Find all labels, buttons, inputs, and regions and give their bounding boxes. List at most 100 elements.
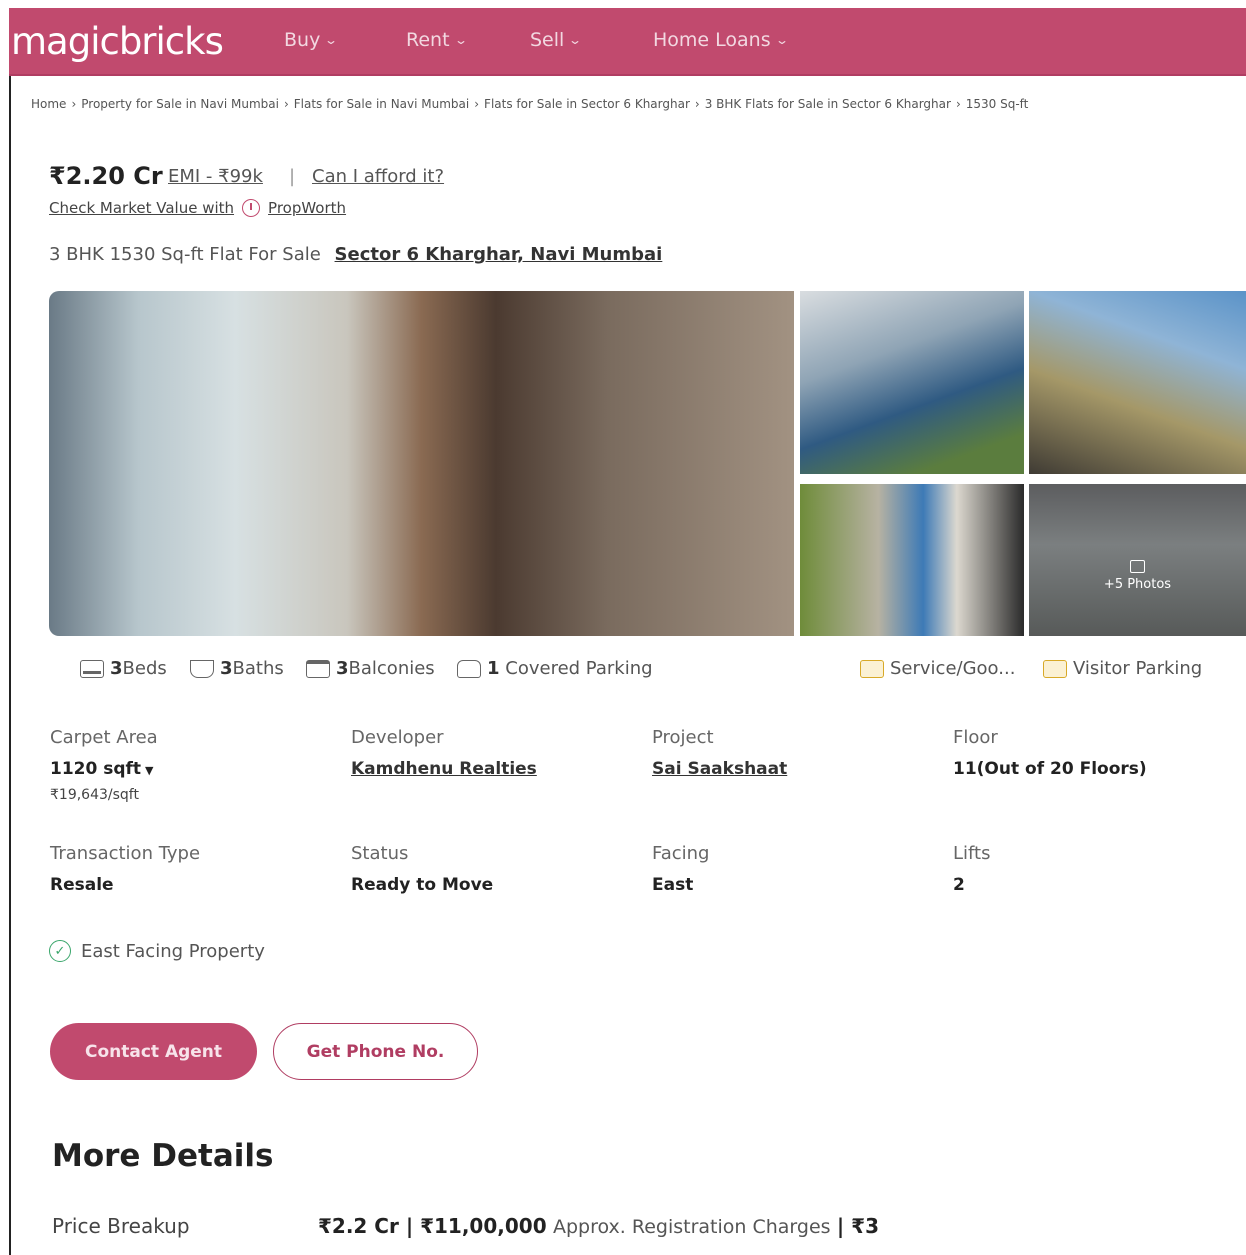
more-photos-thumbnail[interactable]: +5 Photos	[1029, 484, 1246, 636]
parking-amenity: 1 Covered Parking	[457, 658, 653, 679]
breadcrumb-current: 1530 Sq-ft	[965, 97, 1029, 111]
visitor-parking-icon	[1043, 659, 1067, 678]
chevron-down-icon: ⌄	[324, 33, 339, 47]
floor-value: 11(Out of 20 Floors)	[953, 759, 1147, 779]
developer-label: Developer	[351, 727, 444, 748]
site-header: magicbricks Buy ⌄ Rent ⌄ Sell ⌄ Home Loa…	[9, 8, 1246, 76]
chevron-down-icon: ⌄	[453, 33, 468, 47]
price-breakup-main: ₹2.2 Cr | ₹11,00,000	[318, 1214, 547, 1238]
highlight-east-facing: ✓ East Facing Property	[49, 940, 265, 962]
car-icon	[457, 659, 481, 678]
carpet-area-value[interactable]: 1120 sqft ▼	[50, 759, 154, 779]
caret-down-icon: ▼	[145, 764, 154, 777]
nav-buy-label: Buy	[284, 29, 321, 51]
price: ₹2.20 Cr	[49, 162, 163, 190]
nav-sell-label: Sell	[530, 29, 565, 51]
price-breakup-note: Approx. Registration Charges	[552, 1216, 831, 1238]
project-link[interactable]: Sai Saakshaat	[652, 759, 787, 779]
nav-sell[interactable]: Sell ⌄	[530, 29, 583, 51]
beds-label: Beds	[122, 658, 167, 679]
status-value: Ready to Move	[351, 875, 494, 895]
breadcrumb-item[interactable]: 3 BHK Flats for Sale in Sector 6 Khargha…	[705, 97, 951, 111]
project-label: Project	[652, 727, 714, 748]
service-lift-icon	[860, 659, 884, 678]
divider: |	[289, 166, 296, 187]
carpet-area-label: Carpet Area	[50, 727, 158, 748]
transaction-type-value: Resale	[50, 875, 114, 895]
more-photos-overlay: +5 Photos	[1029, 560, 1246, 592]
breadcrumb: Home › Property for Sale in Navi Mumbai › Fl…	[31, 97, 1028, 111]
beds-count: 3	[110, 658, 123, 679]
nav-rent[interactable]: Rent ⌄	[406, 29, 468, 51]
breadcrumb-item[interactable]: Home	[31, 97, 66, 111]
chevron-down-icon: ⌄	[568, 33, 583, 47]
facing-value: East	[652, 875, 694, 895]
baths-count: 3	[220, 658, 233, 679]
breadcrumb-separator: ›	[694, 97, 700, 111]
visitor-parking-amenity: Visitor Parking	[1043, 658, 1202, 679]
bath-icon	[190, 659, 214, 678]
photo-gallery: +5 Photos	[49, 291, 1246, 636]
emi-link[interactable]: EMI - ₹99k	[168, 166, 263, 187]
breadcrumb-separator: ›	[71, 97, 77, 111]
beds-amenity: 3Beds	[80, 658, 167, 679]
price-breakup-label: Price Breakup	[52, 1214, 190, 1238]
site-logo[interactable]: magicbricks	[11, 20, 224, 63]
floor-label: Floor	[953, 727, 998, 748]
more-photos-label: +5 Photos	[1103, 577, 1172, 592]
lifts-value: 2	[953, 875, 965, 895]
baths-amenity: 3Baths	[190, 658, 284, 679]
price-breakup-value: ₹2.2 Cr | ₹11,00,000 Approx. Registratio…	[318, 1214, 879, 1238]
nav-rent-label: Rent	[406, 29, 450, 51]
carpet-area-text: 1120 sqft	[50, 759, 142, 779]
balconies-count: 3	[336, 658, 349, 679]
nav-buy[interactable]: Buy ⌄	[284, 29, 339, 51]
bed-icon	[80, 659, 104, 678]
market-value-label: Check Market Value with	[49, 199, 235, 217]
thumbnail-photo[interactable]	[800, 291, 1024, 474]
listing-title: 3 BHK 1530 Sq-ft Flat For Sale Sector 6 …	[49, 244, 662, 265]
price-breakup-tail: | ₹3	[836, 1214, 880, 1238]
balconies-label: Balconies	[348, 658, 435, 679]
thumbnail-photo[interactable]	[800, 484, 1024, 636]
market-value-link[interactable]: Check Market Value with PropWorth	[49, 199, 346, 217]
developer-link[interactable]: Kamdhenu Realties	[351, 759, 537, 779]
listing-title-text: 3 BHK 1530 Sq-ft Flat For Sale	[49, 244, 321, 265]
balconies-amenity: 3Balconies	[306, 658, 435, 679]
carpet-area-rate: ₹19,643/sqft	[50, 787, 139, 803]
listing-location-link[interactable]: Sector 6 Kharghar, Navi Mumbai	[335, 244, 663, 265]
highlight-text: East Facing Property	[81, 940, 265, 962]
breadcrumb-separator: ›	[955, 97, 961, 111]
nav-home-loans[interactable]: Home Loans ⌄	[653, 29, 789, 51]
more-details-heading: More Details	[52, 1138, 274, 1174]
get-phone-button[interactable]: Get Phone No.	[273, 1023, 478, 1080]
breadcrumb-item[interactable]: Flats for Sale in Sector 6 Kharghar	[484, 97, 690, 111]
status-label: Status	[351, 843, 409, 864]
main-photo[interactable]	[49, 291, 794, 636]
service-amenity: Service/Goo...	[860, 658, 1015, 679]
propworth-label: PropWorth	[268, 199, 347, 217]
service-label: Service/Goo...	[890, 658, 1016, 679]
check-circle-icon: ✓	[49, 940, 71, 962]
afford-link[interactable]: Can I afford it?	[312, 166, 444, 187]
parking-count: 1	[487, 658, 500, 679]
parking-label: Covered Parking	[505, 658, 653, 679]
thumbnail-photo[interactable]	[1029, 291, 1246, 474]
amenities-bar: 3Beds 3Baths 3Balconies 1 Covered Parkin…	[71, 636, 1231, 688]
lifts-label: Lifts	[953, 843, 991, 864]
breadcrumb-separator: ›	[283, 97, 289, 111]
nav-home-loans-label: Home Loans	[653, 29, 771, 51]
baths-label: Baths	[232, 658, 284, 679]
page-edge	[9, 8, 11, 1255]
page-top	[0, 0, 1246, 8]
breadcrumb-separator: ›	[474, 97, 480, 111]
balcony-icon	[306, 659, 330, 678]
breadcrumb-item[interactable]: Flats for Sale in Navi Mumbai	[294, 97, 469, 111]
chevron-down-icon: ⌄	[774, 33, 789, 47]
facing-label: Facing	[652, 843, 710, 864]
contact-agent-button[interactable]: Contact Agent	[50, 1023, 257, 1080]
propworth-icon	[242, 199, 261, 217]
transaction-type-label: Transaction Type	[50, 843, 201, 864]
breadcrumb-item[interactable]: Property for Sale in Navi Mumbai	[81, 97, 279, 111]
visitor-parking-label: Visitor Parking	[1073, 658, 1203, 679]
